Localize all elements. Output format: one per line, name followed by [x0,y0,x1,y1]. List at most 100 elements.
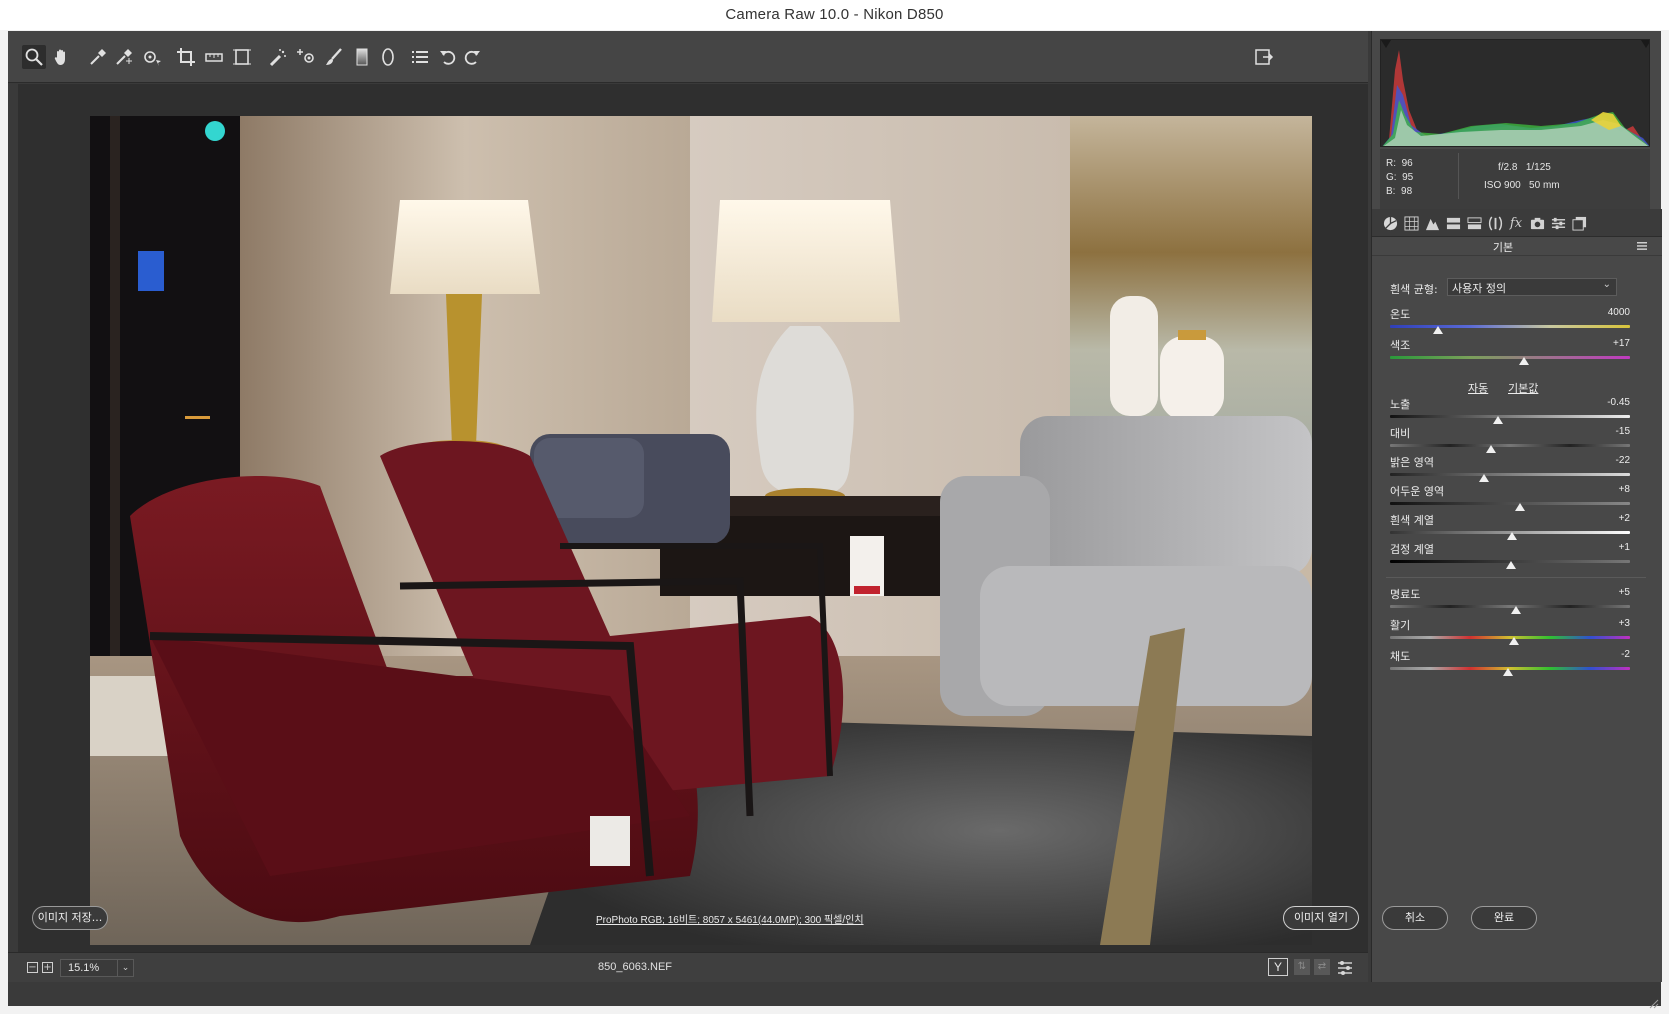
white-balance-label: 흰색 균형: [1390,283,1438,296]
slider-vibrance[interactable]: 활기 +3 [1390,617,1642,647]
spot-removal-icon[interactable] [266,45,290,69]
slider-thumb[interactable] [1433,326,1443,334]
snapshots-tab-icon[interactable] [1569,213,1589,233]
hand-icon[interactable] [50,45,74,69]
slider-blacks[interactable]: 검정 계열 +1 [1390,541,1642,571]
default-link[interactable]: 기본값 [1508,380,1538,396]
effects-tab-icon[interactable]: fx [1506,213,1526,233]
hsl-tab-icon[interactable] [1443,213,1463,233]
lens-corrections-tab-icon[interactable] [1485,213,1505,233]
slider-thumb[interactable] [1514,503,1525,511]
red-eye-icon[interactable] [294,45,318,69]
white-balance-icon[interactable] [86,45,110,69]
swap-settings-icon[interactable]: ⇅ [1294,959,1310,975]
rotate-ccw-icon[interactable] [436,45,460,69]
radial-filter-icon[interactable] [376,45,400,69]
zoom-level-field[interactable]: 15.1% ⌄ [60,959,134,977]
graduated-filter-icon[interactable] [350,45,374,69]
basic-panel: 기본 흰색 균형: 사용자 정의 ⌄ 온도 4000 색조 +17 자동 기본값… [1372,237,1662,982]
zoom-in-button[interactable]: + [42,962,53,973]
done-button[interactable]: 완료 [1471,906,1537,930]
slider-thumb[interactable] [1502,668,1513,676]
chevron-down-icon[interactable]: ⌄ [117,960,133,976]
slider-thumb[interactable] [1511,606,1521,614]
presets-tab-icon[interactable] [1548,213,1568,233]
slider-value[interactable]: +3 [1619,618,1630,629]
slider-track[interactable] [1390,502,1630,505]
slider-thumb[interactable] [1507,532,1518,540]
photo-preview[interactable] [90,116,1312,945]
slider-shadows[interactable]: 어두운 영역 +8 [1390,483,1642,513]
color-sampler-icon[interactable] [112,45,136,69]
shutter-value: 1/125 [1525,162,1551,173]
rgb-readout: R: 96 G: 95 B: 98 f/2.8 1/125 ISO 900 50… [1380,149,1650,209]
slider-track[interactable] [1390,444,1630,447]
slider-thumb[interactable] [1506,561,1517,569]
before-after-label: Y [1273,960,1282,974]
panel-menu-icon[interactable] [1636,241,1648,251]
slider-temperature[interactable]: 온도 4000 [1390,306,1642,336]
resize-grip-icon[interactable] [1649,994,1659,1009]
slider-value[interactable]: +1 [1619,542,1630,553]
slider-value[interactable]: -22 [1616,455,1630,466]
slider-track[interactable] [1390,356,1630,359]
slider-thumb[interactable] [1508,637,1519,645]
rotate-cw-icon[interactable] [460,45,484,69]
panel-tabs: fx [1372,209,1662,237]
cancel-button[interactable]: 취소 [1382,906,1448,930]
slider-label: 온도 [1390,308,1411,321]
slider-value[interactable]: -15 [1616,426,1630,437]
slider-value[interactable]: +2 [1619,513,1630,524]
slider-contrast[interactable]: 대비 -15 [1390,425,1642,455]
zoom-icon[interactable] [22,45,46,69]
slider-track[interactable] [1390,605,1630,608]
slider-value[interactable]: -2 [1621,649,1630,660]
auto-link[interactable]: 자동 [1468,380,1488,396]
basic-tab-icon[interactable] [1380,213,1400,233]
detail-tab-icon[interactable] [1422,213,1442,233]
slider-label: 노출 [1390,398,1411,411]
preview-settings-icon[interactable] [1336,959,1354,977]
tone-curve-tab-icon[interactable] [1401,213,1421,233]
slider-track[interactable] [1390,473,1630,476]
white-balance-select[interactable]: 사용자 정의 ⌄ [1447,278,1617,296]
slider-thumb[interactable] [1493,416,1503,424]
slider-thumb[interactable] [1519,357,1530,365]
camera-calibration-tab-icon[interactable] [1527,213,1547,233]
zoom-out-button[interactable]: − [27,962,38,973]
adjustment-brush-icon[interactable] [322,45,346,69]
slider-saturation[interactable]: 채도 -2 [1390,648,1642,678]
fullscreen-icon[interactable] [1252,45,1276,69]
slider-value[interactable]: -0.45 [1607,397,1630,408]
slider-exposure[interactable]: 노출 -0.45 [1390,396,1642,426]
slider-thumb[interactable] [1478,474,1489,482]
slider-label: 명료도 [1390,588,1421,601]
crop-icon[interactable] [174,45,198,69]
slider-track[interactable] [1390,415,1630,418]
preferences-icon[interactable] [408,45,432,69]
g-value: 95 [1402,172,1414,183]
before-after-button[interactable]: Y [1268,958,1288,976]
slider-value[interactable]: 4000 [1608,307,1630,318]
save-image-button[interactable]: 이미지 저장... [32,906,108,930]
workflow-options-link[interactable]: ProPhoto RGB; 16비트; 8057 x 5461(44.0MP);… [596,911,864,926]
target-adjust-icon[interactable] [140,45,164,69]
slider-value[interactable]: +17 [1613,338,1630,349]
slider-clarity[interactable]: 명료도 +5 [1390,586,1642,616]
slider-highlights[interactable]: 밝은 영역 -22 [1390,454,1642,484]
split-toning-tab-icon[interactable] [1464,213,1484,233]
transform-icon[interactable] [230,45,254,69]
app-body: − + 15.1% ⌄ 850_6063.NEF Y ⇅ ⇄ R: 96 G: … [8,31,1662,1009]
slider-thumb[interactable] [1485,445,1496,453]
copy-settings-icon[interactable]: ⇄ [1314,959,1330,975]
slider-whites[interactable]: 흰색 계열 +2 [1390,512,1642,542]
slider-tint[interactable]: 색조 +17 [1390,337,1642,367]
slider-value[interactable]: +8 [1619,484,1630,495]
slider-value[interactable]: +5 [1619,587,1630,598]
camera-raw-window: Camera Raw 10.0 - Nikon D850 − + 15.1% ⌄… [0,0,1669,1014]
slider-track[interactable] [1390,325,1630,328]
slider-label: 대비 [1390,427,1411,440]
straighten-icon[interactable] [202,45,226,69]
slider-label: 색조 [1390,339,1411,352]
open-image-button[interactable]: 이미지 열기 [1283,906,1359,930]
